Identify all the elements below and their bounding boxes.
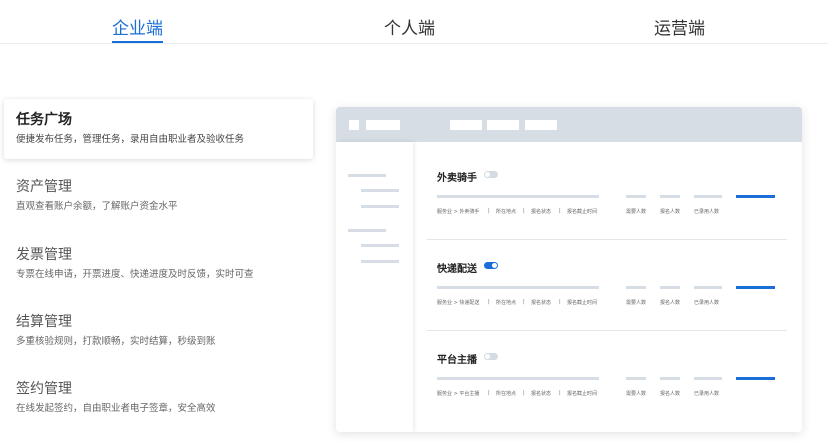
feature-description: 在线发起签约，自由职业者电子签章，安全高效 (16, 403, 216, 414)
mockup-logo-placeholder (349, 120, 359, 130)
meta-separator: | (488, 299, 490, 305)
task-toggle (484, 171, 498, 178)
task-card: 平台主播 服务业 > 平台主播 | 所在地点 | 报名状态 | 报名截止时间 需… (427, 351, 785, 432)
task-card-title: 平台主播 (437, 355, 477, 366)
feature-description: 便捷发布任务，管理任务，录用自由职业者及验收任务 (16, 134, 245, 145)
applied-count-label: 报名人数 (660, 300, 681, 306)
placeholder-bar (626, 195, 646, 198)
placeholder-bar (437, 377, 599, 380)
mockup-sidebar-heading-placeholder (348, 174, 386, 177)
placeholder-bar (626, 377, 646, 380)
mockup-sidebar-item-placeholder (361, 244, 399, 247)
needed-count-label: 需要人数 (626, 209, 647, 215)
feature-settlement-management[interactable]: 结算管理 多重核验规则，打款顺畅，实时结算，秒级到账 (4, 301, 313, 361)
tab-operations-label: 运营端 (654, 19, 705, 39)
placeholder-bar (626, 286, 646, 289)
task-status: 报名状态 (531, 391, 552, 397)
feature-description: 多重核验规则，打款顺畅，实时结算，秒级到账 (16, 336, 216, 347)
meta-separator: | (523, 390, 525, 396)
accent-bar (736, 286, 775, 289)
task-toggle (484, 353, 498, 360)
task-card-title: 快递配送 (437, 264, 477, 275)
placeholder-bar (437, 195, 599, 198)
feature-task-square[interactable]: 任务广场 便捷发布任务，管理任务，录用自由职业者及验收任务 (4, 99, 313, 159)
toggle-knob (492, 263, 497, 268)
placeholder-bar (660, 286, 680, 289)
task-square-mockup: 外卖骑手 服务业 > 外卖骑手 | 所在地点 | 报名状态 | 报名截止时间 需… (336, 107, 802, 432)
meta-separator: | (523, 208, 525, 214)
toggle-knob (485, 354, 490, 359)
feature-description: 直观查看账户余额，了解账户资金水平 (16, 201, 178, 212)
mockup-nav-placeholder (525, 120, 557, 130)
task-status: 报名状态 (531, 209, 552, 215)
feature-contract-management[interactable]: 签约管理 在线发起签约，自由职业者电子签章，安全高效 (4, 368, 313, 428)
meta-separator: | (559, 208, 561, 214)
placeholder-bar (660, 195, 680, 198)
task-category: 服务业 > 外卖骑手 (437, 209, 480, 215)
tab-personal[interactable]: 个人端 (384, 14, 435, 39)
tab-enterprise[interactable]: 企业端 (112, 14, 163, 43)
hired-count-label: 已录用人数 (694, 391, 720, 397)
meta-separator: | (559, 299, 561, 305)
task-location: 所在地点 (496, 391, 517, 397)
task-card: 外卖骑手 服务业 > 外卖骑手 | 所在地点 | 报名状态 | 报名截止时间 需… (427, 169, 785, 257)
meta-separator: | (488, 390, 490, 396)
feature-title: 结算管理 (16, 314, 72, 330)
mockup-sidebar-item-placeholder (361, 260, 399, 263)
mockup-sidebar (336, 142, 413, 432)
feature-description: 专票在线申请，开票进度、快递进度及时反馈，实时可查 (16, 269, 254, 280)
mockup-nav-placeholder (450, 120, 482, 130)
active-tab-underline (112, 41, 163, 43)
feature-title: 发票管理 (16, 247, 72, 263)
feature-title: 资产管理 (16, 179, 72, 195)
task-toggle (484, 262, 498, 269)
placeholder-bar (694, 286, 722, 289)
task-category: 服务业 > 平台主播 (437, 391, 480, 397)
placeholder-bar (694, 377, 722, 380)
needed-count-label: 需要人数 (626, 300, 647, 306)
meta-separator: | (488, 208, 490, 214)
task-card: 快递配送 服务业 > 快递配送 | 所在地点 | 报名状态 | 报名截止时间 需… (427, 260, 785, 348)
hired-count-label: 已录用人数 (694, 209, 720, 215)
mockup-nav-placeholder (487, 120, 519, 130)
tab-enterprise-label: 企业端 (112, 19, 163, 39)
task-location: 所在地点 (496, 300, 517, 306)
applied-count-label: 报名人数 (660, 391, 681, 397)
accent-bar (736, 377, 775, 380)
feature-title: 签约管理 (16, 381, 72, 397)
task-status: 报名状态 (531, 300, 552, 306)
placeholder-bar (437, 286, 599, 289)
task-deadline: 报名截止时间 (567, 300, 598, 306)
tab-operations[interactable]: 运营端 (654, 14, 705, 39)
hired-count-label: 已录用人数 (694, 300, 720, 306)
meta-separator: | (523, 299, 525, 305)
task-deadline: 报名截止时间 (567, 209, 598, 215)
task-deadline: 报名截止时间 (567, 391, 598, 397)
card-divider (427, 239, 787, 240)
mockup-sidebar-item-placeholder (361, 205, 399, 208)
mockup-header-bar (336, 107, 802, 142)
task-card-title: 外卖骑手 (437, 173, 477, 184)
task-location: 所在地点 (496, 209, 517, 215)
accent-bar (736, 195, 775, 198)
placeholder-bar (660, 377, 680, 380)
top-tab-bar: 企业端 个人端 运营端 (0, 0, 828, 44)
mockup-sidebar-item-placeholder (361, 189, 399, 192)
task-category: 服务业 > 快递配送 (437, 300, 480, 306)
meta-separator: | (559, 390, 561, 396)
card-divider (427, 330, 787, 331)
feature-invoice-management[interactable]: 发票管理 专票在线申请，开票进度、快递进度及时反馈，实时可查 (4, 234, 313, 294)
feature-asset-management[interactable]: 资产管理 直观查看账户余额，了解账户资金水平 (4, 166, 313, 226)
mockup-sidebar-heading-placeholder (348, 229, 386, 232)
tab-personal-label: 个人端 (384, 19, 435, 39)
toggle-knob (485, 172, 490, 177)
placeholder-bar (694, 195, 722, 198)
mockup-title-placeholder (366, 120, 400, 130)
applied-count-label: 报名人数 (660, 209, 681, 215)
feature-title: 任务广场 (16, 112, 72, 128)
mockup-task-list: 外卖骑手 服务业 > 外卖骑手 | 所在地点 | 报名状态 | 报名截止时间 需… (413, 142, 802, 432)
needed-count-label: 需要人数 (626, 391, 647, 397)
